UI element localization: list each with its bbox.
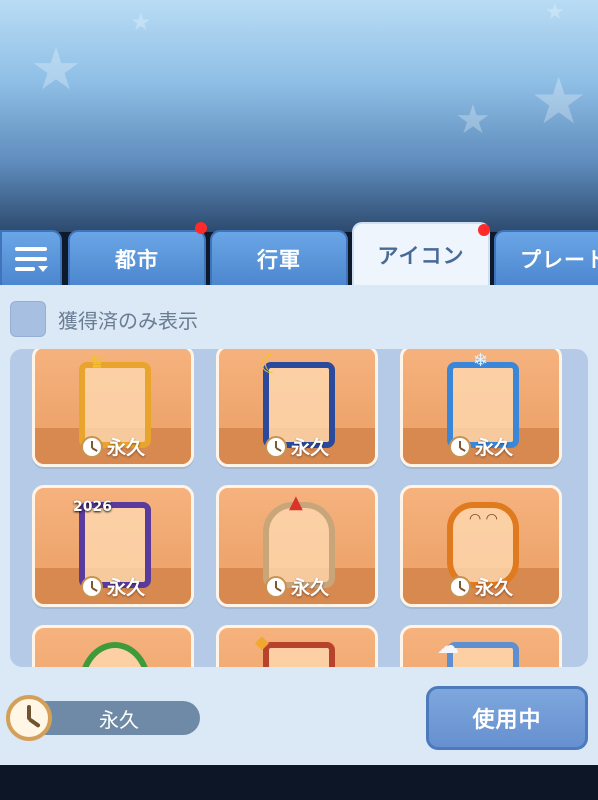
- star-decoration-icon: ★: [30, 35, 82, 103]
- crown-icon: ♛: [89, 352, 106, 373]
- clock-icon: [264, 435, 287, 458]
- clock-icon: [448, 435, 471, 458]
- frame-card[interactable]: ☾ 永久: [216, 349, 378, 467]
- frame-card[interactable]: ☁: [400, 625, 562, 667]
- clock-icon: [264, 575, 287, 598]
- tab-label: プレート: [520, 248, 598, 272]
- star-decoration-icon: ★: [130, 8, 152, 36]
- owned-only-checkbox[interactable]: [10, 301, 46, 337]
- tab-icon[interactable]: アイコン: [352, 222, 490, 286]
- frame-card[interactable]: ◆: [216, 625, 378, 667]
- frame-card[interactable]: ◠ ◠ 永久: [400, 485, 562, 607]
- header-background: ★ ★ ★ ★ ★: [0, 0, 598, 232]
- selection-bar: 永久 使用中: [0, 670, 598, 765]
- duration-label: 永久: [35, 573, 191, 600]
- tab-label: 都市: [115, 248, 159, 272]
- filter-label: 獲得済のみ表示: [58, 308, 198, 333]
- owned-only-filter[interactable]: 獲得済のみ表示: [10, 301, 198, 337]
- menu-button[interactable]: [0, 230, 62, 286]
- santa-hat-icon: ▲: [289, 492, 303, 513]
- snowflake-icon: ❄: [473, 350, 489, 371]
- tab-city[interactable]: 都市: [68, 230, 206, 286]
- cloud-icon: ☁: [437, 634, 459, 659]
- year-badge: 2026: [73, 499, 112, 515]
- clock-icon: [80, 575, 103, 598]
- frame-grid: ♛ 永久 ☾ 永久 ❄ 永久 2026 永久 ▲ 永久 ◠ ◠ 永久 ◆ ☁: [10, 349, 588, 667]
- lantern-frame-icon: [263, 642, 335, 667]
- notification-dot: [478, 224, 490, 236]
- tab-label: 行軍: [257, 248, 301, 272]
- frame-card[interactable]: ❄ 永久: [400, 349, 562, 467]
- duration-label: 永久: [219, 573, 375, 600]
- lantern-icon: ◆: [255, 632, 269, 653]
- in-use-button[interactable]: 使用中: [426, 686, 588, 750]
- clock-icon: [448, 575, 471, 598]
- tab-march[interactable]: 行軍: [210, 230, 348, 286]
- clock-icon: [80, 435, 103, 458]
- moon-icon: ☾: [259, 350, 283, 380]
- frame-card[interactable]: ▲ 永久: [216, 485, 378, 607]
- list-menu-icon: [15, 247, 48, 272]
- star-decoration-icon: ★: [530, 65, 588, 139]
- pumpkin-face-icon: ◠ ◠: [469, 511, 498, 527]
- tab-label: アイコン: [377, 244, 465, 268]
- frame-card[interactable]: 2026 永久: [32, 485, 194, 607]
- duration-label: 永久: [403, 433, 559, 460]
- star-decoration-icon: ★: [455, 97, 491, 143]
- clock-icon: [6, 695, 52, 741]
- frame-card[interactable]: ♛ 永久: [32, 349, 194, 467]
- green-ring-frame-icon: [79, 642, 151, 667]
- star-decoration-icon: ★: [545, 0, 565, 25]
- duration-label: 永久: [219, 433, 375, 460]
- duration-label: 永久: [403, 573, 559, 600]
- tab-plate[interactable]: プレート: [494, 230, 598, 286]
- notification-dot: [195, 222, 207, 234]
- category-tabs: 都市 行軍 アイコン プレート: [0, 222, 598, 286]
- duration-label: 永久: [35, 433, 191, 460]
- frame-card[interactable]: [32, 625, 194, 667]
- footer-bar: [0, 765, 598, 800]
